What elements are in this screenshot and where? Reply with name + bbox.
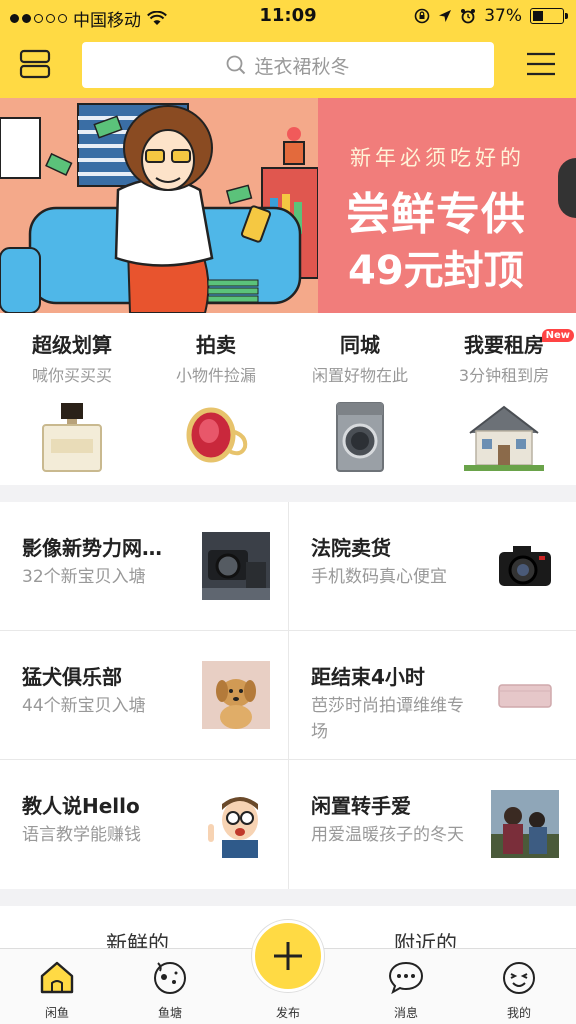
- category-auction[interactable]: 拍卖 小物件捡漏: [144, 313, 288, 485]
- category-local[interactable]: 同城 闲置好物在此: [288, 313, 432, 485]
- search-bar[interactable]: 连衣裙秋冬: [82, 42, 494, 88]
- camera-gear-icon: [202, 532, 270, 600]
- publish-button[interactable]: [252, 920, 324, 992]
- children-photo-icon: [491, 790, 559, 858]
- nav-pond[interactable]: 鱼塘: [125, 949, 215, 1024]
- message-icon: [388, 961, 424, 995]
- nav-home[interactable]: 闲鱼: [12, 949, 102, 1024]
- category-icon: [19, 49, 51, 79]
- location-icon: [439, 10, 452, 22]
- category-subtitle: 小物件捡漏: [175, 366, 256, 385]
- topic-subtitle: 32个新宝贝入塘: [22, 567, 146, 587]
- banner-subtitle: 新年必须吃好的: [350, 146, 525, 170]
- ring-icon: [186, 407, 248, 463]
- topic-card[interactable]: 法院卖货 手机数码真心便宜: [288, 502, 576, 631]
- banner-promo: 新年必须吃好的 尝鲜专供 49元封顶: [318, 98, 576, 313]
- nav-messages[interactable]: 消息: [361, 949, 451, 1024]
- topic-card[interactable]: 距结束4小时 芭莎时尚拍谭维维专场: [288, 631, 576, 760]
- topic-title: 距结束4小时: [311, 665, 425, 689]
- plus-icon: [274, 942, 302, 970]
- category-menu-button[interactable]: [12, 42, 58, 86]
- topic-subtitle: 44个新宝贝入塘: [22, 696, 146, 716]
- boy-with-glasses-icon: [202, 790, 270, 858]
- promo-banner[interactable]: 新年必须吃好的 尝鲜专供 49元封顶: [0, 98, 576, 313]
- menu-button[interactable]: [518, 42, 564, 86]
- nav-label: 我的: [506, 1006, 531, 1020]
- topic-grid: 影像新势力网… 32个新宝贝入塘 法院卖货 手机数码真心便宜 猛犬俱乐部 44个…: [0, 502, 576, 889]
- topic-title: 教人说Hello: [22, 794, 140, 818]
- category-deals[interactable]: 超级划算 喊你买买买: [0, 313, 144, 485]
- battery-percent: 37%: [484, 6, 522, 26]
- nav-label: 鱼塘: [157, 1006, 182, 1020]
- topic-title: 影像新势力网…: [22, 536, 162, 560]
- topic-title: 猛犬俱乐部: [22, 665, 122, 689]
- search-placeholder: 连衣裙秋冬: [254, 55, 350, 78]
- battery-icon: [530, 8, 568, 24]
- nav-label: 消息: [393, 1006, 418, 1020]
- hamburger-icon: [527, 52, 555, 76]
- top-bar: 中国移动 11:09 37% 连衣裙秋冬: [0, 0, 576, 98]
- home-icon: [40, 961, 74, 994]
- rotation-lock-icon: [414, 8, 430, 24]
- category-title: 同城: [340, 333, 380, 357]
- puppy-icon: [202, 661, 270, 729]
- house-icon: [464, 405, 544, 471]
- nav-mine[interactable]: 我的: [474, 949, 564, 1024]
- topic-subtitle: 芭莎时尚拍谭维维专场: [311, 696, 464, 742]
- banner-headline: 尝鲜专供: [346, 189, 526, 240]
- publish-label: 发布: [275, 1006, 300, 1020]
- nav-label: 闲鱼: [44, 1006, 69, 1020]
- category-title: 超级划算: [32, 333, 112, 357]
- pink-wallet-icon: [491, 661, 559, 729]
- profile-face-icon: [503, 962, 535, 994]
- topic-subtitle: 手机数码真心便宜: [311, 567, 447, 587]
- topic-title: 法院卖货: [311, 536, 391, 560]
- topic-card[interactable]: 闲置转手爱 用爱温暖孩子的冬天: [288, 760, 576, 889]
- category-rent[interactable]: 我要租房 3分钟租到房 New: [432, 313, 576, 485]
- topic-subtitle: 语言教学能赚钱: [22, 825, 141, 845]
- dslr-camera-icon: [499, 546, 551, 586]
- topic-title: 闲置转手爱: [311, 794, 411, 818]
- banner-price-line: 49元封顶: [348, 248, 524, 294]
- topic-subtitle: 用爱温暖孩子的冬天: [311, 825, 464, 845]
- washing-machine-icon: [336, 402, 384, 472]
- topic-card[interactable]: 影像新势力网… 32个新宝贝入塘: [0, 502, 288, 631]
- perfume-icon: [42, 403, 102, 472]
- category-subtitle: 闲置好物在此: [311, 366, 408, 385]
- category-subtitle: 喊你买买买: [31, 366, 112, 385]
- category-title: 拍卖: [196, 333, 236, 357]
- banner-illustration: [0, 98, 319, 313]
- alarm-icon: [461, 9, 476, 24]
- status-bar: 中国移动 11:09 37%: [0, 0, 576, 34]
- pond-icon: [154, 962, 186, 994]
- category-subtitle: 3分钟租到房: [458, 366, 550, 385]
- topic-card[interactable]: 猛犬俱乐部 44个新宝贝入塘: [0, 631, 288, 760]
- search-icon: [227, 55, 246, 75]
- banner-side-tab: [558, 158, 576, 218]
- category-strip: 超级划算 喊你买买买 拍卖 小物件捡漏 同城 闲置好物在此 我要租房 3分钟租到…: [0, 313, 576, 485]
- new-badge: New: [541, 329, 574, 342]
- topic-card[interactable]: 教人说Hello 语言教学能赚钱: [0, 760, 288, 889]
